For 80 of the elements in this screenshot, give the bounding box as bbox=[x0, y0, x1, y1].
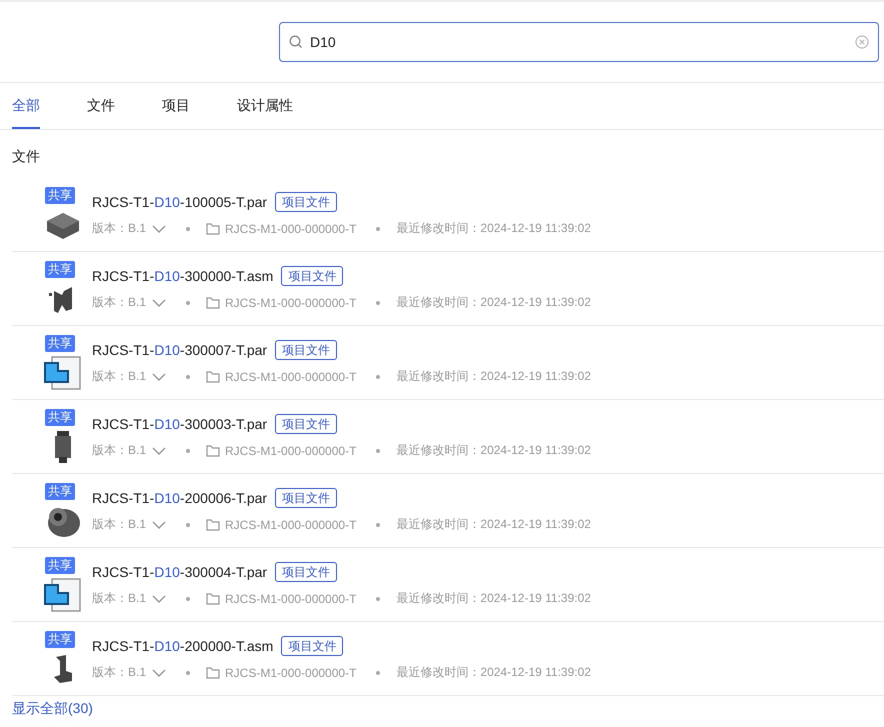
version-label: 版本：B.1 bbox=[92, 220, 146, 237]
project-file-tag: 项目文件 bbox=[275, 488, 338, 508]
folder-icon bbox=[206, 222, 220, 234]
modified-time: 最近修改时间：2024-12-19 11:39:02 bbox=[396, 368, 591, 385]
folder-name: RJCS-M1-000-000000-T bbox=[225, 222, 356, 236]
search-field[interactable]: D10 bbox=[279, 22, 879, 62]
shared-badge: 共享 bbox=[45, 556, 75, 574]
shared-badge: 共享 bbox=[45, 186, 75, 204]
project-file-tag: 项目文件 bbox=[275, 192, 338, 212]
separator-dot bbox=[186, 226, 190, 230]
chevron-down-icon[interactable] bbox=[152, 446, 166, 456]
file-name[interactable]: RJCS-T1-D10-300007-T.par bbox=[92, 342, 268, 358]
folder-name: RJCS-M1-000-000000-T bbox=[225, 370, 356, 384]
separator-dot bbox=[186, 448, 190, 452]
separator-dot bbox=[186, 300, 190, 304]
version-label: 版本：B.1 bbox=[92, 294, 146, 311]
file-name[interactable]: RJCS-T1-D10-300004-T.par bbox=[92, 564, 268, 580]
separator-dot bbox=[376, 522, 380, 526]
file-name[interactable]: RJCS-T1-D10-100005-T.par bbox=[92, 194, 268, 210]
folder-icon bbox=[206, 666, 220, 678]
file-name[interactable]: RJCS-T1-D10-300000-T.asm bbox=[92, 268, 274, 284]
folder-icon bbox=[206, 444, 220, 456]
file-name[interactable]: RJCS-T1-D10-200000-T.asm bbox=[92, 638, 274, 654]
project-file-tag: 项目文件 bbox=[281, 266, 344, 286]
shared-badge: 共享 bbox=[45, 630, 75, 648]
modified-time: 最近修改时间：2024-12-19 11:39:02 bbox=[396, 294, 591, 311]
chevron-down-icon[interactable] bbox=[152, 224, 166, 234]
folder-icon bbox=[206, 296, 220, 308]
tab[interactable]: 文件 bbox=[87, 83, 115, 129]
modified-time: 最近修改时间：2024-12-19 11:39:02 bbox=[396, 590, 591, 607]
separator-dot bbox=[186, 374, 190, 378]
show-all-link[interactable]: 显示全部(30) bbox=[0, 696, 105, 722]
tab[interactable]: 全部 bbox=[12, 83, 40, 129]
modified-time: 最近修改时间：2024-12-19 11:39:02 bbox=[396, 516, 591, 533]
version-label: 版本：B.1 bbox=[92, 664, 146, 681]
separator-dot bbox=[186, 596, 190, 600]
folder-name: RJCS-M1-000-000000-T bbox=[225, 444, 356, 458]
version-label: 版本：B.1 bbox=[92, 590, 146, 607]
separator-dot bbox=[186, 522, 190, 526]
folder-icon bbox=[206, 592, 220, 604]
version-label: 版本：B.1 bbox=[92, 368, 146, 385]
separator-dot bbox=[376, 448, 380, 452]
separator-dot bbox=[376, 670, 380, 674]
tab[interactable]: 项目 bbox=[162, 83, 190, 129]
chevron-down-icon[interactable] bbox=[152, 372, 166, 382]
clear-icon[interactable] bbox=[855, 35, 869, 49]
modified-time: 最近修改时间：2024-12-19 11:39:02 bbox=[396, 442, 591, 459]
sheet-part-icon bbox=[44, 354, 82, 390]
chevron-down-icon[interactable] bbox=[152, 594, 166, 604]
project-file-tag: 项目文件 bbox=[275, 562, 338, 582]
file-name[interactable]: RJCS-T1-D10-200006-T.par bbox=[92, 490, 268, 506]
folder-icon bbox=[206, 370, 220, 382]
folder-icon bbox=[206, 518, 220, 530]
sheet-part-icon bbox=[44, 576, 82, 612]
chevron-down-icon[interactable] bbox=[152, 298, 166, 308]
separator-dot bbox=[376, 226, 380, 230]
chevron-down-icon[interactable] bbox=[152, 520, 166, 530]
modified-time: 最近修改时间：2024-12-19 11:39:02 bbox=[396, 664, 591, 681]
folder-name: RJCS-M1-000-000000-T bbox=[225, 296, 356, 310]
section-title: 文件 bbox=[11, 147, 41, 166]
project-file-tag: 项目文件 bbox=[281, 636, 344, 656]
folder-name: RJCS-M1-000-000000-T bbox=[225, 666, 356, 680]
folder-name: RJCS-M1-000-000000-T bbox=[225, 518, 356, 532]
folder-name: RJCS-M1-000-000000-T bbox=[225, 592, 356, 606]
tab[interactable]: 设计属性 bbox=[237, 83, 293, 129]
shared-badge: 共享 bbox=[45, 334, 75, 352]
separator-dot bbox=[186, 670, 190, 674]
project-file-tag: 项目文件 bbox=[275, 340, 338, 360]
chevron-down-icon[interactable] bbox=[152, 668, 166, 678]
shared-badge: 共享 bbox=[45, 482, 75, 500]
version-label: 版本：B.1 bbox=[92, 516, 146, 533]
shared-badge: 共享 bbox=[45, 408, 75, 426]
modified-time: 最近修改时间：2024-12-19 11:39:02 bbox=[396, 220, 591, 237]
version-label: 版本：B.1 bbox=[92, 442, 146, 459]
separator-dot bbox=[376, 374, 380, 378]
project-file-tag: 项目文件 bbox=[275, 414, 338, 434]
file-name[interactable]: RJCS-T1-D10-300003-T.par bbox=[92, 416, 268, 432]
shared-badge: 共享 bbox=[45, 260, 75, 278]
separator-dot bbox=[376, 596, 380, 600]
separator-dot bbox=[376, 300, 380, 304]
